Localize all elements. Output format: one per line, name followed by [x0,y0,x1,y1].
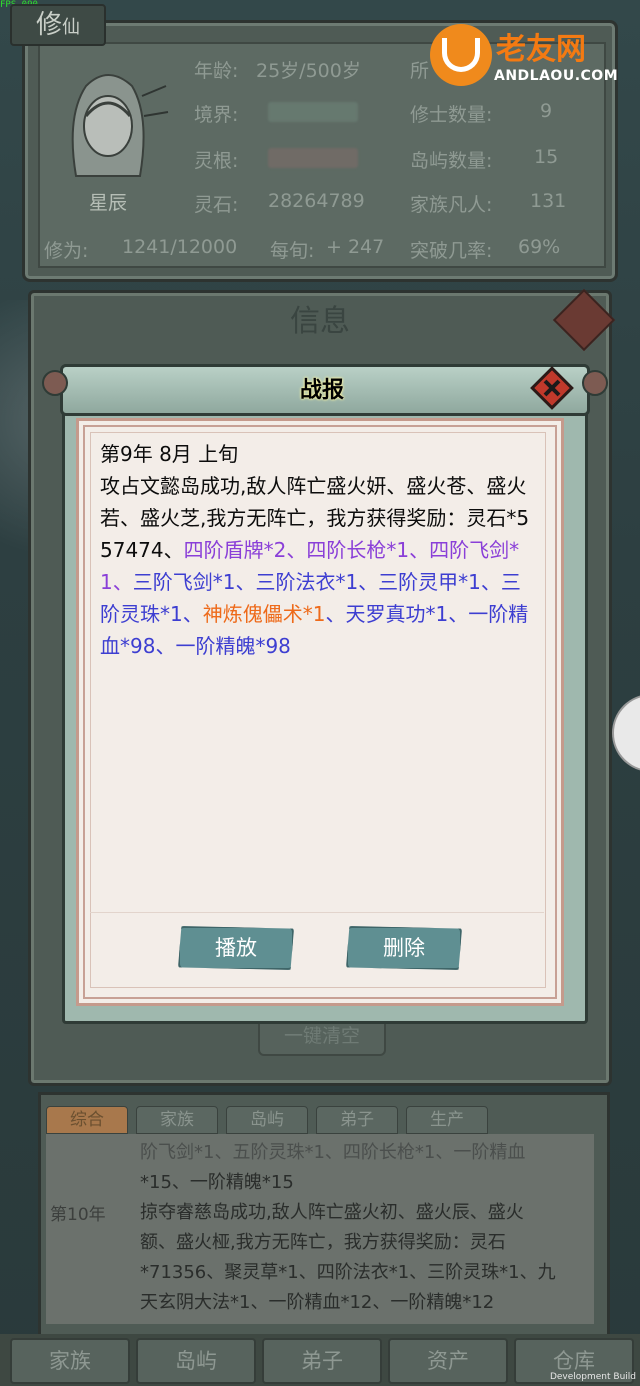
play-button[interactable]: 播放 [178,926,294,970]
log-line: 天玄阴大法*1、一阶精血*12、一阶精魄*12 [140,1292,495,1313]
age-value: 25岁/500岁 [256,60,361,82]
log-tab-production[interactable]: 生产 [406,1106,488,1134]
log-tab-family[interactable]: 家族 [136,1106,218,1134]
cultivation-label: 修为: [44,240,89,262]
islands-label: 岛屿数量: [410,150,493,172]
islands-value: 15 [534,146,559,168]
character-avatar-icon[interactable] [46,56,170,186]
nav-islands-button[interactable]: 岛屿 [136,1338,256,1384]
per-turn-label: 每旬: [270,240,315,262]
nav-family-button[interactable]: 家族 [10,1338,130,1384]
watermark-domain: ANDLAOU.COM [494,68,619,84]
log-line: 阶飞剑*1、五阶灵珠*1、四阶长枪*1、一阶精血 [140,1142,526,1163]
log-line: 掠夺睿慈岛成功,敌人阵亡盛火初、盛火辰、盛火 [140,1202,524,1223]
nav-assets-button[interactable]: 资产 [388,1338,508,1384]
cultivation-tab[interactable]: 修仙 [10,4,106,46]
age-label: 年龄: [194,60,239,82]
report-divider [90,912,544,913]
realm-value-blurred [268,102,358,122]
development-build-label: Development Build [549,1372,636,1382]
cultivation-value: 1241/12000 [122,236,238,258]
tab-main-char: 修 [35,10,62,40]
stone-value: 28264789 [268,190,365,212]
report-segment-orange: 神炼傀儡术*1 [202,602,326,626]
watermark-brand: 老友网 [496,32,586,67]
log-line: *15、一阶精魄*15 [140,1172,294,1193]
delete-button[interactable]: 删除 [346,926,462,970]
log-year: 第10年 [50,1205,106,1225]
realm-label: 境界: [194,104,239,126]
breakthrough-value: 69% [518,236,561,258]
report-content: 攻占文懿岛成功,敌人阵亡盛火妍、盛火苍、盛火若、盛火芝,我方无阵亡，我方获得奖励… [100,470,540,662]
close-icon[interactable] [530,366,574,410]
report-date: 第9年 8月 上旬 [100,442,239,466]
log-tab-disciples[interactable]: 弟子 [316,1106,398,1134]
log-line: 额、盛火桠,我方无阵亡，我方获得奖励：灵石 [140,1232,506,1253]
log-tab-general[interactable]: 综合 [46,1106,128,1134]
report-body: 第9年 8月 上旬 攻占文懿岛成功,敌人阵亡盛火妍、盛火苍、盛火若、盛火芝,我方… [100,438,540,662]
mortals-label: 家族凡人: [410,194,493,216]
character-name: 星辰 [88,192,127,214]
nav-disciples-button[interactable]: 弟子 [262,1338,382,1384]
stone-label: 灵石: [194,194,239,216]
log-tab-islands[interactable]: 岛屿 [226,1106,308,1134]
owner-label: 所 [410,60,430,82]
per-turn-value: + 247 [326,236,385,258]
dialog-title: 战报 [299,378,344,403]
tab-small-char: 仙 [62,17,80,38]
info-panel-title: 信息 [290,304,350,339]
root-label: 灵根: [194,150,239,172]
cultivators-label: 修士数量: [410,104,493,126]
root-value-blurred [268,148,358,168]
scroll-knob-right-icon [582,370,608,396]
log-line: *71356、聚灵草*1、四阶法衣*1、三阶灵珠*1、九 [140,1262,556,1283]
cultivators-value: 9 [540,100,553,122]
breakthrough-label: 突破几率: [410,240,493,262]
mortals-value: 131 [530,190,567,212]
